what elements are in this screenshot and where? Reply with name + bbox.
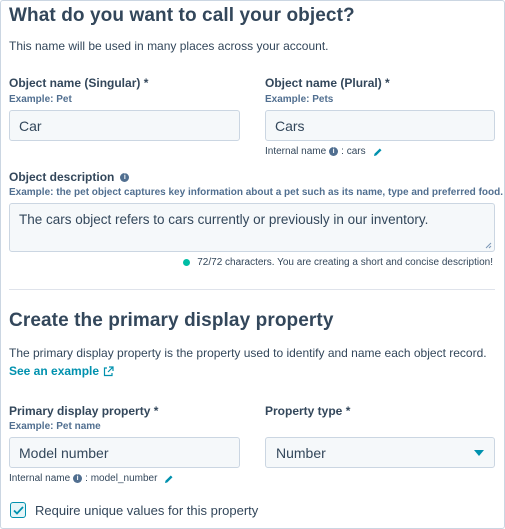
section-divider: [9, 289, 495, 290]
section-title-object-name: What do you want to call your object?: [9, 5, 355, 26]
external-link-icon: [103, 365, 114, 376]
object-description-label: Object description: [9, 170, 115, 184]
caret-down-icon: [474, 449, 484, 456]
singular-name-example: Example: Pet: [9, 94, 72, 105]
object-description-value: The cars object refers to cars currently…: [19, 212, 429, 227]
section-description: This name will be used in many places ac…: [9, 39, 329, 53]
internal-name-value: : cars: [341, 146, 366, 157]
checkmark-icon: [12, 505, 24, 515]
primary-property-value: Model number: [19, 444, 109, 461]
info-icon[interactable]: i: [329, 147, 339, 156]
internal-name-label: Internal name: [265, 146, 327, 157]
create-object-form: What do you want to call your object? Th…: [0, 0, 505, 529]
status-dot-icon: [183, 259, 191, 266]
plural-name-value: Cars: [275, 117, 305, 134]
property-type-label: Property type *: [265, 404, 351, 418]
internal-name-value: : model_number: [85, 473, 158, 484]
primary-internal-name: Internal name i : model_number: [9, 473, 174, 484]
info-icon[interactable]: i: [120, 172, 130, 182]
character-count-status: 72/72 characters. You are creating a sho…: [183, 257, 493, 268]
plural-internal-name: Internal name i : cars: [265, 146, 383, 157]
pencil-icon[interactable]: [164, 474, 174, 484]
unique-values-checkbox-row[interactable]: Require unique values for this property: [10, 502, 258, 518]
singular-name-value: Car: [19, 117, 42, 134]
singular-name-input[interactable]: Car: [9, 110, 240, 141]
primary-property-input[interactable]: Model number: [9, 437, 240, 468]
plural-name-example: Example: Pets: [265, 94, 334, 105]
unique-values-checkbox[interactable]: [10, 502, 26, 518]
object-description-example: Example: the pet object captures key inf…: [9, 187, 503, 198]
info-icon[interactable]: i: [73, 474, 83, 483]
object-description-label-row: Object description i: [9, 170, 130, 184]
resize-handle-icon: [485, 242, 492, 249]
property-type-value: Number: [276, 444, 326, 461]
singular-name-label: Object name (Singular) *: [9, 76, 149, 90]
internal-name-label: Internal name: [9, 473, 71, 484]
primary-property-label: Primary display property *: [9, 404, 159, 418]
section-title-primary-display: Create the primary display property: [9, 310, 334, 331]
plural-name-label: Object name (Plural) *: [265, 76, 390, 90]
object-description-textarea[interactable]: The cars object refers to cars currently…: [9, 203, 495, 252]
pencil-icon[interactable]: [373, 147, 383, 157]
see-example-link[interactable]: See an example: [9, 364, 114, 378]
plural-name-input[interactable]: Cars: [265, 110, 495, 141]
primary-display-description: The primary display property is the prop…: [9, 346, 487, 360]
property-type-select[interactable]: Number: [265, 437, 495, 468]
character-count-text: 72/72 characters. You are creating a sho…: [197, 257, 493, 268]
primary-property-example: Example: Pet name: [9, 421, 101, 432]
see-example-label: See an example: [9, 364, 100, 378]
unique-values-label: Require unique values for this property: [35, 502, 259, 518]
